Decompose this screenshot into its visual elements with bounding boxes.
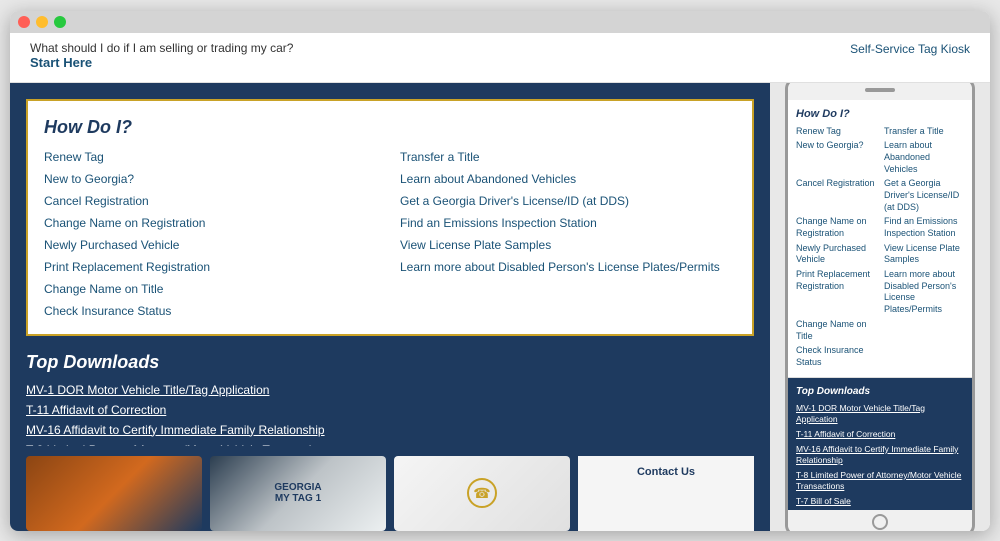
t8-link[interactable]: T-8 Limited Power of Attorney/Motor Vehi… — [26, 443, 754, 446]
maximize-button[interactable] — [54, 16, 66, 28]
start-here-link[interactable]: Start Here — [30, 55, 92, 70]
m-emissions[interactable]: Find an Emissions Inspection Station — [884, 216, 964, 239]
m-mv16[interactable]: MV-16 Affidavit to Certify Immediate Fam… — [796, 444, 964, 466]
mobile-downloads: Top Downloads MV-1 DOR Motor Vehicle Tit… — [788, 378, 972, 510]
mobile-device: How Do I? Renew Tag Transfer a Title New… — [785, 83, 975, 531]
m-check-insurance[interactable]: Check Insurance Status — [796, 345, 876, 368]
left-panel: How Do I? Renew Tag New to Georgia? Canc… — [10, 83, 770, 531]
m-change-name-title[interactable]: Change Name on Title — [796, 319, 876, 342]
top-section: What should I do if I am selling or trad… — [10, 33, 990, 83]
downloads-links: MV-1 DOR Motor Vehicle Title/Tag Applica… — [26, 383, 754, 446]
georgia-text: GEORGIAMY TAG 1 — [274, 482, 321, 504]
contact-us-label: Contact Us — [637, 464, 695, 478]
mac-titlebar — [10, 11, 990, 33]
selling-question: What should I do if I am selling or trad… — [30, 41, 293, 55]
top-downloads-section: Top Downloads MV-1 DOR Motor Vehicle Tit… — [26, 352, 754, 446]
mobile-content: How Do I? Renew Tag Transfer a Title New… — [788, 100, 972, 510]
how-do-i-links: Renew Tag New to Georgia? Cancel Registr… — [44, 150, 736, 318]
m-new-georgia[interactable]: New to Georgia? — [796, 140, 876, 175]
m-transfer-title[interactable]: Transfer a Title — [884, 126, 964, 138]
mv16-link[interactable]: MV-16 Affidavit to Certify Immediate Fam… — [26, 423, 754, 437]
m-change-name-reg[interactable]: Change Name on Registration — [796, 216, 876, 239]
close-button[interactable] — [18, 16, 30, 28]
links-col-right: Transfer a Title Learn about Abandoned V… — [400, 150, 736, 318]
change-name-registration-link[interactable]: Change Name on Registration — [44, 216, 380, 230]
t11-link[interactable]: T-11 Affidavit of Correction — [26, 403, 754, 417]
m-print-replacement[interactable]: Print Replacement Registration — [796, 269, 876, 316]
right-panel: How Do I? Renew Tag Transfer a Title New… — [770, 83, 990, 531]
mobile-how-do-i: How Do I? Renew Tag Transfer a Title New… — [788, 100, 972, 378]
mobile-links-grid: Renew Tag Transfer a Title New to Georgi… — [796, 126, 964, 369]
m-mv1[interactable]: MV-1 DOR Motor Vehicle Title/Tag Applica… — [796, 403, 964, 425]
top-right: Self-Service Tag Kiosk — [850, 41, 970, 56]
how-do-i-section: How Do I? Renew Tag New to Georgia? Canc… — [26, 99, 754, 336]
m-cancel-reg[interactable]: Cancel Registration — [796, 178, 876, 213]
emissions-inspection-link[interactable]: Find an Emissions Inspection Station — [400, 216, 736, 230]
minimize-button[interactable] — [36, 16, 48, 28]
mac-window: What should I do if I am selling or trad… — [10, 11, 990, 531]
m-disabled-persons[interactable]: Learn more about Disabled Person's Licen… — [884, 269, 964, 316]
top-left: What should I do if I am selling or trad… — [30, 41, 293, 70]
self-service-link[interactable]: Self-Service Tag Kiosk — [850, 42, 970, 56]
georgia-drivers-license-link[interactable]: Get a Georgia Driver's License/ID (at DD… — [400, 194, 736, 208]
mobile-bottom-bar — [788, 510, 972, 531]
m-t7[interactable]: T-7 Bill of Sale — [796, 496, 964, 507]
mobile-speaker — [865, 88, 895, 92]
m-renew-tag[interactable]: Renew Tag — [796, 126, 876, 138]
top-downloads-heading: Top Downloads — [26, 352, 754, 373]
how-do-i-heading: How Do I? — [44, 117, 736, 138]
print-replacement-link[interactable]: Print Replacement Registration — [44, 260, 380, 274]
window-content: What should I do if I am selling or trad… — [10, 33, 990, 531]
car-image — [26, 456, 202, 531]
m-license-plate[interactable]: View License Plate Samples — [884, 243, 964, 266]
mobile-home-button[interactable] — [872, 514, 888, 530]
license-plate-samples-link[interactable]: View License Plate Samples — [400, 238, 736, 252]
mobile-top-bar — [788, 83, 972, 100]
phone-image: ☎ — [394, 456, 570, 531]
abandoned-vehicles-link[interactable]: Learn about Abandoned Vehicles — [400, 172, 736, 186]
newly-purchased-link[interactable]: Newly Purchased Vehicle — [44, 238, 380, 252]
m-t11[interactable]: T-11 Affidavit of Correction — [796, 429, 964, 440]
laptop-image: GEORGIAMY TAG 1 — [210, 456, 386, 531]
m-t8[interactable]: T-8 Limited Power of Attorney/Motor Vehi… — [796, 470, 964, 492]
m-newly-purchased[interactable]: Newly Purchased Vehicle — [796, 243, 876, 266]
links-col-left: Renew Tag New to Georgia? Cancel Registr… — [44, 150, 380, 318]
mobile-downloads-heading: Top Downloads — [796, 386, 964, 397]
mobile-how-do-i-heading: How Do I? — [796, 108, 964, 120]
mv1-link[interactable]: MV-1 DOR Motor Vehicle Title/Tag Applica… — [26, 383, 754, 397]
bottom-images: GEORGIAMY TAG 1 ☎ Contact Us — [26, 456, 754, 531]
main-content: How Do I? Renew Tag New to Georgia? Canc… — [10, 83, 990, 531]
m-ga-license[interactable]: Get a Georgia Driver's License/ID (at DD… — [884, 178, 964, 213]
cancel-registration-link[interactable]: Cancel Registration — [44, 194, 380, 208]
transfer-title-link[interactable]: Transfer a Title — [400, 150, 736, 164]
change-name-title-link[interactable]: Change Name on Title — [44, 282, 380, 296]
phone-icon: ☎ — [467, 478, 497, 508]
new-to-georgia-link[interactable]: New to Georgia? — [44, 172, 380, 186]
renew-tag-link[interactable]: Renew Tag — [44, 150, 380, 164]
m-abandoned[interactable]: Learn about Abandoned Vehicles — [884, 140, 964, 175]
disabled-persons-link[interactable]: Learn more about Disabled Person's Licen… — [400, 260, 736, 274]
check-insurance-link[interactable]: Check Insurance Status — [44, 304, 380, 318]
contact-us-area: Contact Us — [578, 456, 754, 531]
